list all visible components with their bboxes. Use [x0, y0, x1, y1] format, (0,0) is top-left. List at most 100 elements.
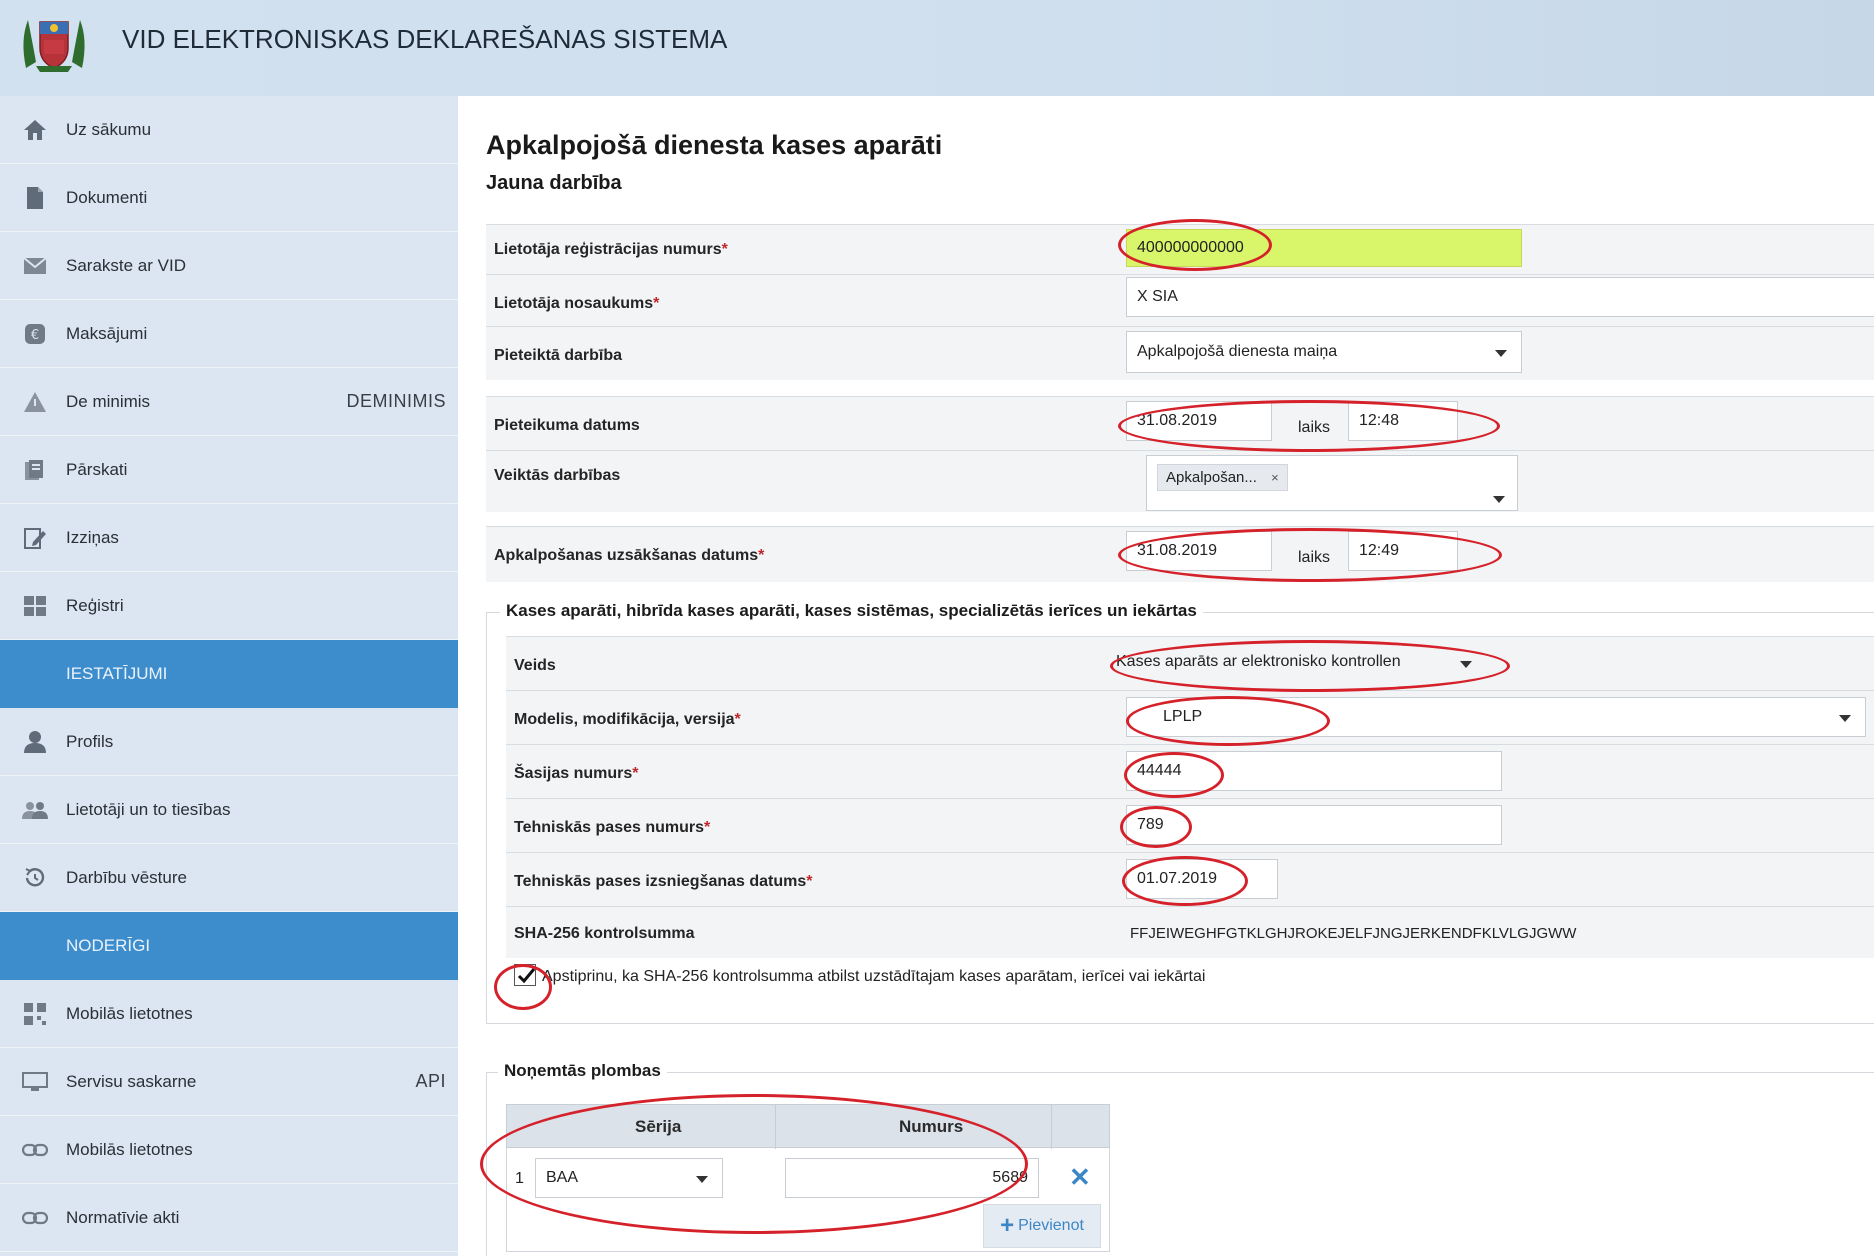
page-title: Apkalpojošā dienesta kases aparāti	[486, 130, 943, 160]
grid-icon	[18, 591, 52, 621]
column-divider	[1051, 1105, 1052, 1149]
form-row-reg-number: Lietotāja reģistrācijas numurs* 40000000…	[486, 224, 1874, 274]
service-start-date-input[interactable]: 31.08.2019	[1126, 531, 1272, 571]
row-index: 1	[515, 1170, 524, 1187]
app-title: VID ELEKTRONISKAS DEKLAREŠANAS SISTEMA	[122, 24, 728, 54]
form-row-chassis: Šasijas numurs* 44444	[506, 744, 1874, 798]
sidebar-item-mobile-apps[interactable]: Mobilās lietotnes	[0, 980, 458, 1048]
form-row-passport: Tehniskās pases numurs* 789	[506, 798, 1874, 852]
sidebar-item-label: Profils	[66, 731, 114, 751]
sidebar-item-registers[interactable]: Reģistri	[0, 572, 458, 640]
reg-number-input[interactable]: 400000000000	[1126, 229, 1522, 267]
type-select-value: Kases aparāts ar elektronisko kontrollen	[1116, 653, 1401, 670]
sidebar-item-payments[interactable]: € Maksājumi	[0, 300, 458, 368]
section-label: IESTATĪJUMI	[66, 664, 168, 683]
seal-number-input[interactable]: 5689	[785, 1158, 1039, 1198]
field-label: Lietotāja nosaukums*	[494, 295, 660, 312]
type-select[interactable]: Kases aparāts ar elektronisko kontrollen	[1106, 641, 1486, 683]
application-time-input[interactable]: 12:48	[1348, 401, 1458, 441]
sidebar-item-label: Lietotāji un to tiesības	[66, 799, 231, 819]
add-seal-button[interactable]: + Pievienot	[983, 1204, 1101, 1248]
model-select[interactable]: LPLP	[1126, 697, 1866, 737]
performed-tag: Apkalpošan... ×	[1157, 464, 1288, 491]
add-seal-label: Pievienot	[1018, 1217, 1084, 1234]
service-start-time-input[interactable]: 12:49	[1348, 531, 1458, 571]
sidebar-item-legislation[interactable]: Normatīvie akti	[0, 1184, 458, 1252]
field-label: Šasijas numurs*	[514, 765, 639, 782]
field-label: Tehniskās pases numurs*	[514, 819, 711, 836]
sidebar-item-label: Mobilās lietotnes	[66, 1003, 193, 1023]
sidebar-item-reports[interactable]: Pārskati	[0, 436, 458, 504]
seals-table-header: Sērija Numurs	[506, 1104, 1110, 1149]
passport-number-input[interactable]: 789	[1126, 805, 1502, 845]
user-icon	[18, 727, 52, 757]
application-date-input[interactable]: 31.08.2019	[1126, 401, 1272, 441]
qr-icon	[18, 999, 52, 1029]
remove-row-icon[interactable]: ✕	[1069, 1162, 1091, 1193]
chassis-number-input[interactable]: 44444	[1126, 751, 1502, 791]
field-label: Veids	[514, 657, 556, 674]
form-row-user-name: Lietotāja nosaukums* X SIA	[486, 274, 1874, 326]
sidebar-section-useful: NODERĪGI	[0, 912, 458, 980]
sidebar-item-mobile-apps-link[interactable]: Mobilās lietotnes	[0, 1116, 458, 1184]
action-select-value: Apkalpojošā dienesta maiņa	[1137, 343, 1338, 360]
field-label: Pieteikuma datums	[494, 417, 640, 434]
sidebar-item-label: Reģistri	[66, 595, 124, 615]
api-badge: API	[415, 1071, 446, 1091]
form-row-action: Pieteiktā darbība Apkalpojošā dienesta m…	[486, 326, 1874, 380]
field-label: SHA-256 kontrolsumma	[514, 925, 695, 942]
app-header: VID ELEKTRONISKAS DEKLAREŠANAS SISTEMA	[0, 0, 1874, 96]
sidebar-item-documents[interactable]: Dokumenti	[0, 164, 458, 232]
form-row-passport-date: Tehniskās pases izsniegšanas datums* 01.…	[506, 852, 1874, 906]
sidebar-item-service-interface[interactable]: Servisu saskarne API	[0, 1048, 458, 1116]
chevron-down-icon	[1495, 350, 1507, 357]
seals-fieldset-legend: Noņemtās plombas	[498, 1061, 667, 1081]
sidebar-item-label: Dokumenti	[66, 187, 148, 207]
sha-value: FFJEIWEGHFGTKLGHJROKEJELFJNGJERKENDFKLVL…	[1130, 925, 1577, 942]
field-label: Pieteiktā darbība	[494, 347, 623, 364]
sidebar-item-home[interactable]: Uz sākumu	[0, 96, 458, 164]
confirm-label: Apstiprinu, ka SHA-256 kontrolsumma atbi…	[542, 968, 1206, 985]
sidebar-item-history[interactable]: Darbību vēsture	[0, 844, 458, 912]
form-row-sha: SHA-256 kontrolsumma FFJEIWEGHFGTKLGHJRO…	[506, 906, 1874, 958]
device-fieldset-legend: Kases aparāti, hibrīda kases aparāti, ka…	[500, 601, 1203, 621]
chevron-down-icon	[1460, 661, 1472, 668]
link-icon	[18, 1135, 52, 1165]
sidebar-item-label: Darbību vēsture	[66, 867, 187, 887]
performed-multiselect[interactable]: Apkalpošan... ×	[1146, 455, 1518, 511]
sidebar-item-label: Sarakste ar VID	[66, 255, 186, 275]
sidebar-item-label: Uz sākumu	[66, 119, 152, 139]
chevron-down-icon	[1839, 715, 1851, 722]
home-icon	[18, 115, 52, 145]
tag-remove-icon[interactable]: ×	[1271, 470, 1279, 485]
confirm-checkbox[interactable]	[514, 964, 536, 986]
sidebar-item-de-minimis[interactable]: De minimis DEMINIMIS	[0, 368, 458, 436]
form-row-model: Modelis, modifikācija, versija* LPLP	[506, 690, 1874, 744]
time-label: laiks	[1298, 549, 1331, 566]
series-select[interactable]: BAA	[535, 1158, 723, 1198]
checkmark-icon	[517, 968, 536, 984]
payment-icon: €	[18, 319, 52, 349]
action-select[interactable]: Apkalpojošā dienesta maiņa	[1126, 331, 1522, 373]
sidebar-item-certificates[interactable]: Izziņas	[0, 504, 458, 572]
time-label: laiks	[1298, 419, 1331, 436]
user-name-input[interactable]: X SIA	[1126, 277, 1874, 317]
form-row-confirm: Apstiprinu, ka SHA-256 kontrolsumma atbi…	[506, 958, 1874, 1006]
deminimis-badge: DEMINIMIS	[346, 391, 446, 411]
form-row-service-start: Apkalpošanas uzsākšanas datums* 31.08.20…	[486, 526, 1874, 582]
history-icon	[18, 863, 52, 893]
sidebar-item-users-rights[interactable]: Lietotāji un to tiesības	[0, 776, 458, 844]
passport-date-input[interactable]: 01.07.2019	[1126, 859, 1278, 899]
mail-icon	[18, 251, 52, 281]
sidebar-item-label: De minimis	[66, 391, 151, 411]
link-icon	[18, 1203, 52, 1233]
chevron-down-icon	[696, 1176, 708, 1183]
coat-of-arms-logo	[23, 20, 85, 72]
model-select-value: LPLP	[1163, 708, 1203, 725]
sidebar-item-profile[interactable]: Profils	[0, 708, 458, 776]
field-label: Lietotāja reģistrācijas numurs*	[494, 241, 728, 258]
field-label: Tehniskās pases izsniegšanas datums*	[514, 873, 813, 890]
sidebar-item-label: Maksājumi	[66, 323, 148, 343]
field-label: Modelis, modifikācija, versija*	[514, 711, 741, 728]
sidebar-item-correspondence[interactable]: Sarakste ar VID	[0, 232, 458, 300]
